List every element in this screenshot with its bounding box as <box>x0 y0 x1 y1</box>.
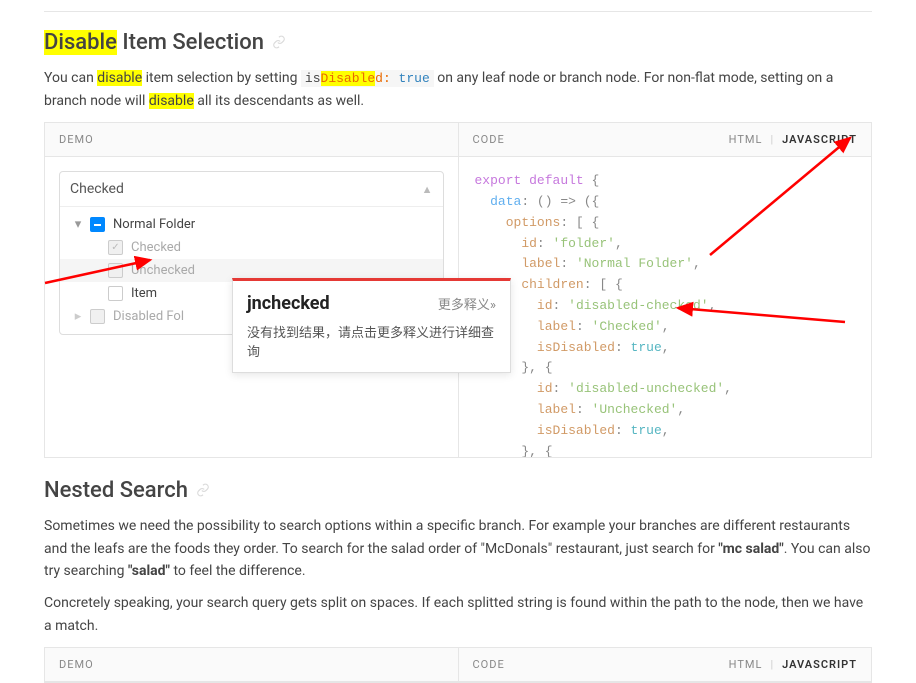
checkbox[interactable] <box>108 286 123 301</box>
nested-search-desc-1: Sometimes we need the possibility to sea… <box>44 515 872 582</box>
selected-value: Checked <box>70 181 124 197</box>
section-description: You can disable item selection by settin… <box>44 67 872 112</box>
demo-code-card-2: DEMO CODE HTML | JAVASCRIPT <box>44 647 872 683</box>
collapse-icon[interactable]: ▾ <box>70 217 86 232</box>
demo-header: DEMO <box>45 123 458 157</box>
treeselect-input[interactable]: Checked ▲ <box>60 172 443 206</box>
tab-html[interactable]: HTML <box>729 658 763 671</box>
section-title-disable: Disable Item Selection <box>44 30 872 55</box>
code-header: CODE HTML | JAVASCRIPT <box>459 648 872 682</box>
section-title-nested-search: Nested Search <box>44 478 872 503</box>
checkbox-disabled <box>108 263 123 278</box>
search-input[interactable] <box>124 178 140 200</box>
checkbox-disabled-checked <box>108 240 123 255</box>
dropdown-arrow-icon[interactable]: ▲ <box>422 183 433 196</box>
tab-html[interactable]: HTML <box>729 133 763 146</box>
anchor-link-icon[interactable] <box>196 478 210 503</box>
nested-search-desc-2: Concretely speaking, your search query g… <box>44 592 872 637</box>
popup-title: jnchecked <box>247 293 330 314</box>
checkbox-disabled <box>90 309 105 324</box>
expand-icon[interactable]: ▸ <box>70 309 86 324</box>
tree-node-checked: Checked <box>60 236 443 259</box>
popup-more-link[interactable]: 更多释义» <box>438 294 496 313</box>
code-header: CODE HTML | JAVASCRIPT <box>459 123 872 157</box>
checkbox-indeterminate[interactable] <box>90 217 105 232</box>
tab-javascript[interactable]: JAVASCRIPT <box>782 133 857 146</box>
tab-javascript[interactable]: JAVASCRIPT <box>782 658 857 671</box>
tree-node-folder[interactable]: ▾ Normal Folder <box>60 213 443 236</box>
anchor-link-icon[interactable] <box>272 30 286 55</box>
popup-body: 没有找到结果，请点击更多释义进行详细查询 <box>247 322 496 360</box>
demo-header: DEMO <box>45 648 458 682</box>
code-block[interactable]: export default { data: () => ({ options:… <box>459 157 872 457</box>
dictionary-popup: jnchecked 更多释义» 没有找到结果，请点击更多释义进行详细查询 <box>232 278 511 373</box>
